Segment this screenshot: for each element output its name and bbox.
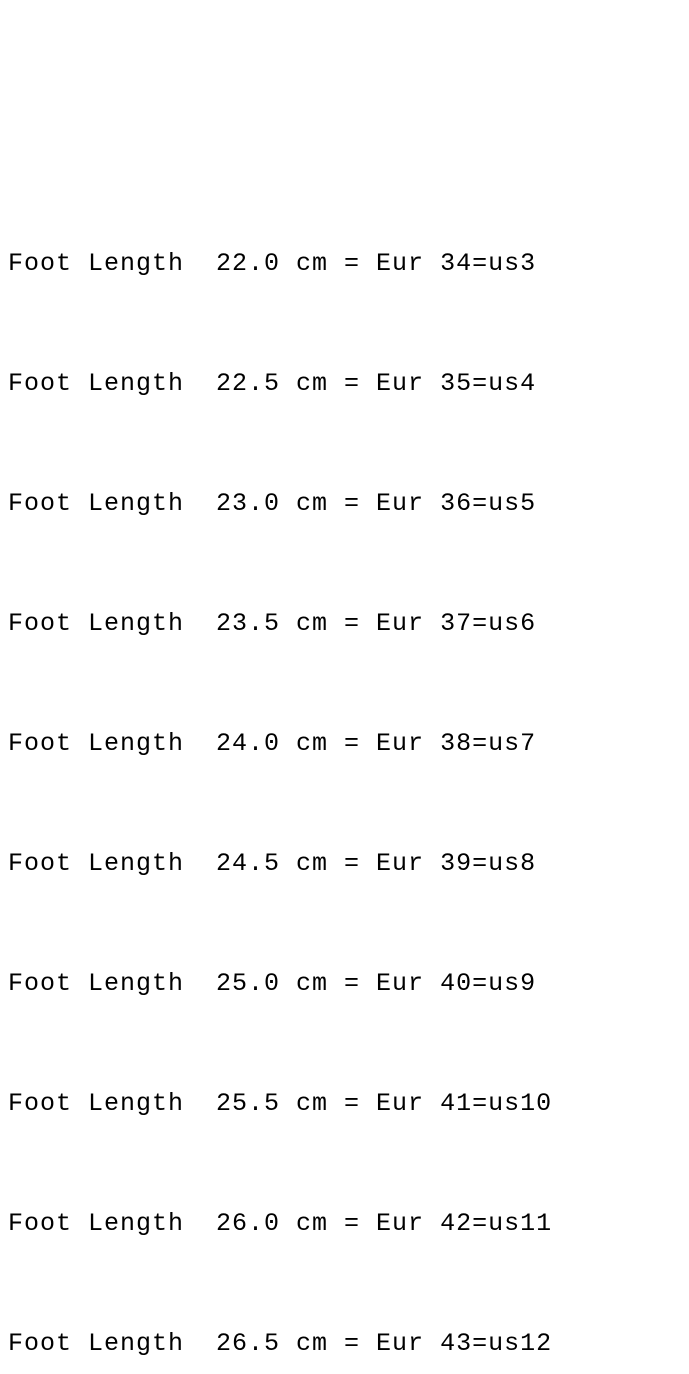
shoe-size-table: Foot Length 22.0 cm = Eur 34=us3 Foot Le… [8,164,681,1374]
table-row: Foot Length 23.5 cm = Eur 37=us6 [8,604,681,644]
table-row: Foot Length 24.0 cm = Eur 38=us7 [8,724,681,764]
table-row: Foot Length 23.0 cm = Eur 36=us5 [8,484,681,524]
table-row: Foot Length 22.5 cm = Eur 35=us4 [8,364,681,404]
table-row: Foot Length 26.0 cm = Eur 42=us11 [8,1204,681,1244]
table-row: Foot Length 25.0 cm = Eur 40=us9 [8,964,681,1004]
table-row: Foot Length 25.5 cm = Eur 41=us10 [8,1084,681,1124]
table-row: Foot Length 26.5 cm = Eur 43=us12 [8,1324,681,1364]
table-row: Foot Length 22.0 cm = Eur 34=us3 [8,244,681,284]
table-row: Foot Length 24.5 cm = Eur 39=us8 [8,844,681,884]
